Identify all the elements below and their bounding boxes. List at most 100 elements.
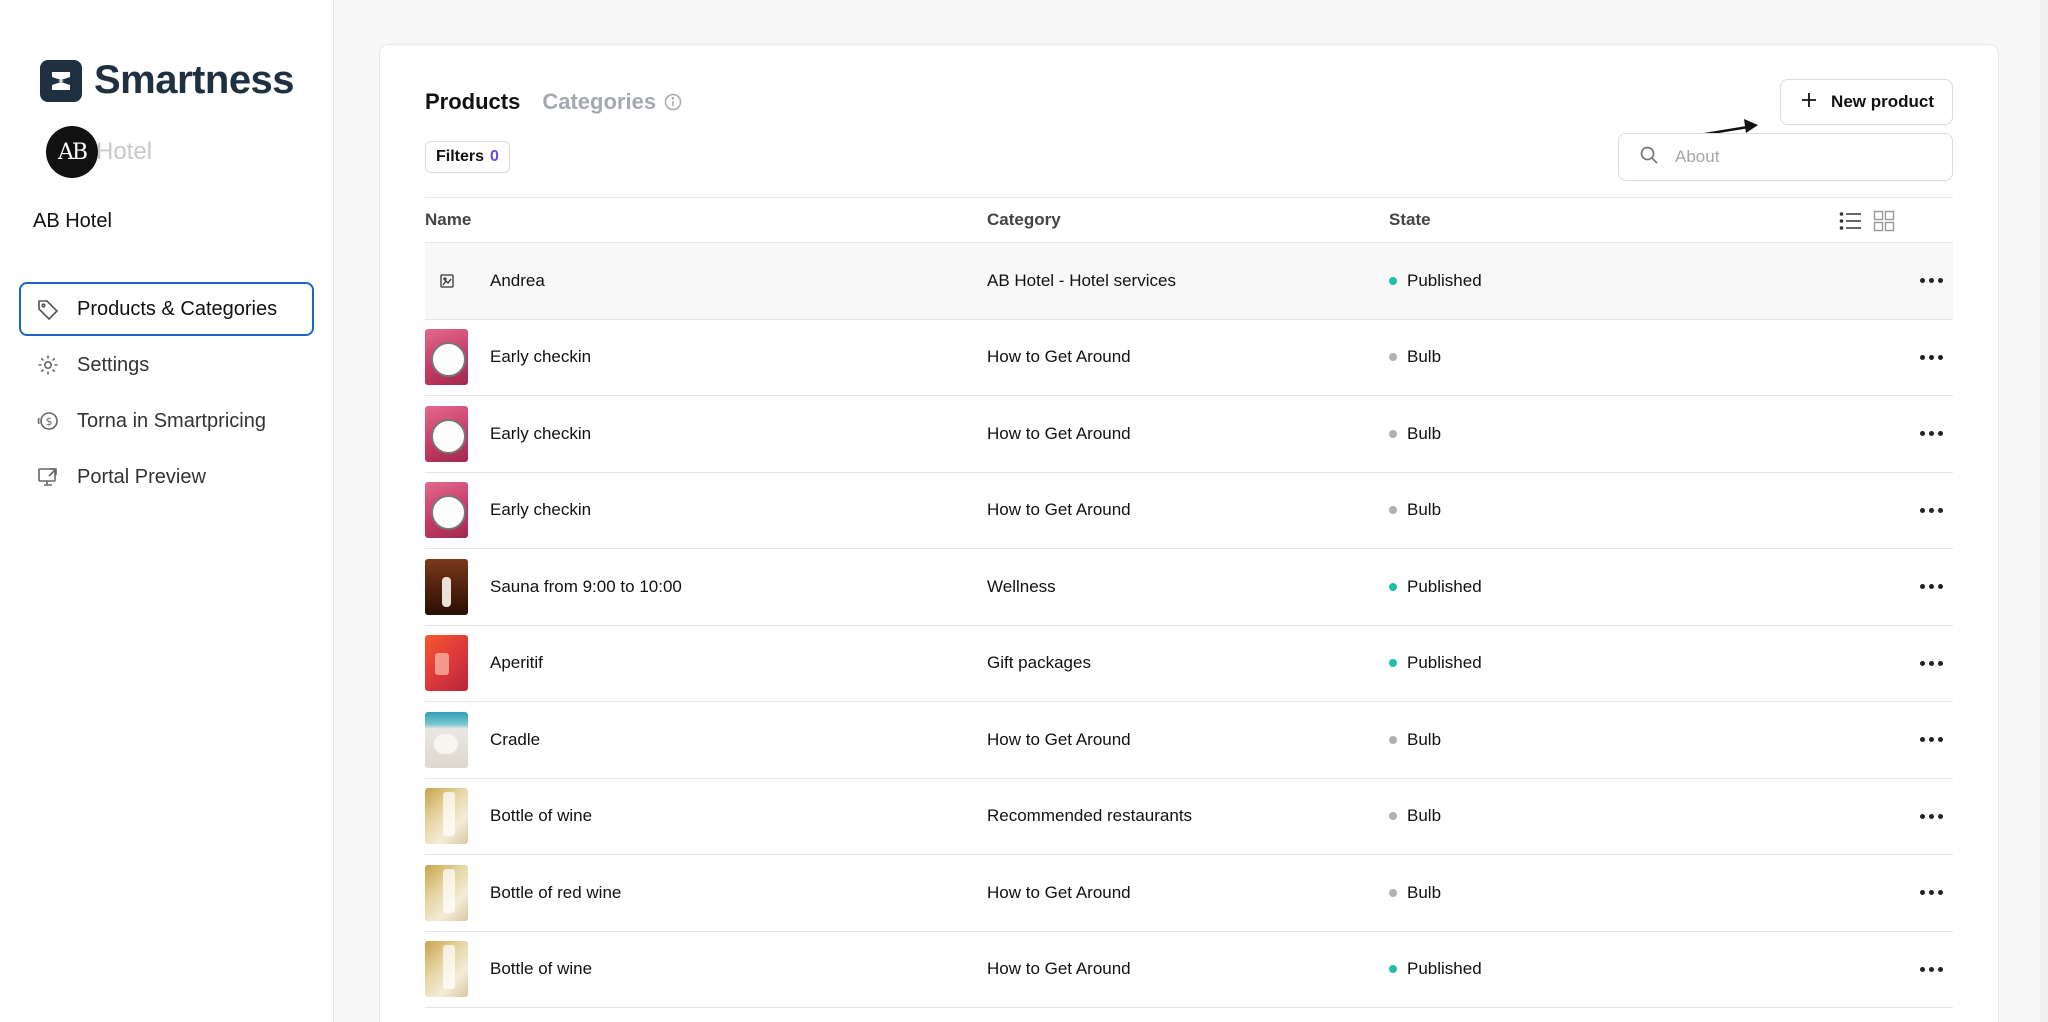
sidebar-nav: Products & Categories Settings $ Torna i…: [19, 282, 314, 506]
product-category: How to Get Around: [987, 500, 1131, 520]
hotel-logo-word: Hotel: [96, 138, 153, 165]
new-product-button[interactable]: New product: [1780, 79, 1953, 125]
status-dot-icon: [1389, 506, 1397, 515]
more-options-icon[interactable]: [1920, 354, 1943, 360]
product-category: How to Get Around: [987, 959, 1131, 979]
sidebar-item-portal-preview[interactable]: Portal Preview: [19, 450, 314, 504]
monitor-external-icon: [35, 464, 61, 490]
view-toggle: [1839, 210, 1895, 237]
status-dot-icon: [1389, 888, 1397, 897]
more-options-icon[interactable]: [1920, 278, 1943, 284]
product-name[interactable]: Early checkin: [490, 424, 591, 444]
table-row[interactable]: Early checkin How to Get Around Bulb: [425, 473, 1953, 549]
column-header-name[interactable]: Name: [425, 210, 471, 230]
brand-logo[interactable]: Smartness: [40, 58, 295, 103]
product-thumbnail: [425, 711, 468, 768]
info-icon[interactable]: [664, 93, 682, 111]
scrollbar[interactable]: [2040, 0, 2048, 1022]
list-view-icon[interactable]: [1839, 210, 1863, 237]
table-row[interactable]: Sauna from 9:00 to 10:00 Wellness Publishe…: [425, 549, 1953, 626]
product-name[interactable]: Bottle of wine: [490, 959, 592, 979]
table-row[interactable]: Bottle of wine Recommended restaurants Bul…: [425, 779, 1953, 855]
product-category: Wellness: [987, 576, 1056, 596]
product-thumbnail: [425, 941, 468, 998]
tag-icon: [35, 296, 61, 322]
smartness-logo-icon: [40, 59, 82, 102]
product-category: AB Hotel - Hotel services: [987, 270, 1176, 290]
column-header-state[interactable]: State: [1389, 210, 1431, 230]
filters-label: Filters: [436, 148, 485, 165]
table-row[interactable]: Early checkin How to Get Around Bulb: [425, 396, 1953, 473]
status-label: Bulb: [1407, 500, 1442, 520]
filters-count: 0: [490, 148, 499, 165]
status-label: Bulb: [1407, 882, 1442, 902]
product-thumbnail: [425, 788, 468, 845]
sidebar: Smartness AB Hotel AB Hotel Products & C…: [0, 0, 334, 1022]
product-name[interactable]: Early checkin: [490, 500, 591, 520]
more-options-icon[interactable]: [1920, 431, 1943, 437]
table-row[interactable]: Aperitif Gift packages Published: [425, 626, 1953, 702]
sidebar-item-products-categories[interactable]: Products & Categories: [19, 282, 314, 336]
table-header: Name Category State: [425, 197, 1953, 243]
product-name[interactable]: Early checkin: [490, 347, 591, 367]
tab-products[interactable]: Products: [425, 89, 520, 115]
grid-view-icon[interactable]: [1873, 210, 1895, 237]
more-options-icon[interactable]: [1920, 584, 1943, 590]
product-category: How to Get Around: [987, 347, 1131, 367]
tabs: Products Categories: [425, 89, 682, 115]
table-row[interactable]: Bottle of red wine How to Get Around Bulb: [425, 855, 1953, 932]
status-badge: Published: [1389, 653, 1482, 673]
hotel-logo-circle: AB: [46, 126, 98, 178]
filters-button[interactable]: Filters 0: [425, 141, 510, 173]
status-label: Published: [1407, 959, 1482, 979]
more-options-icon[interactable]: [1920, 813, 1943, 819]
table-row[interactable]: Early checkin How to Get Around Bulb: [425, 320, 1953, 396]
sidebar-item-label: Torna in Smartpricing: [77, 409, 266, 432]
table-body: Andrea AB Hotel - Hotel services Published…: [425, 243, 1953, 1008]
products-card: Products Categories New product Filters …: [379, 44, 1999, 1022]
table-row[interactable]: Cradle How to Get Around Bulb: [425, 702, 1953, 779]
more-options-icon[interactable]: [1920, 660, 1943, 666]
product-thumbnail: [425, 635, 468, 692]
status-label: Bulb: [1407, 729, 1442, 749]
status-badge: Bulb: [1389, 500, 1441, 520]
product-name[interactable]: Sauna from 9:00 to 10:00: [490, 577, 682, 597]
property-name: AB Hotel: [33, 210, 112, 232]
status-badge: Bulb: [1389, 883, 1441, 903]
more-options-icon[interactable]: [1920, 966, 1943, 972]
search-input[interactable]: [1675, 147, 1915, 167]
product-thumbnail: [425, 329, 468, 386]
product-name[interactable]: Andrea: [490, 271, 545, 291]
product-thumbnail: [425, 864, 468, 921]
search-box[interactable]: [1618, 133, 1953, 181]
image-placeholder-icon: [425, 253, 468, 309]
status-dot-icon: [1389, 276, 1397, 285]
brand-name: Smartness: [94, 58, 295, 102]
sidebar-item-label: Products & Categories: [77, 297, 278, 320]
more-options-icon[interactable]: [1920, 507, 1943, 513]
sidebar-item-smartpricing[interactable]: $ Torna in Smartpricing: [19, 394, 314, 448]
new-product-label: New product: [1831, 92, 1934, 111]
status-label: Published: [1407, 576, 1482, 596]
product-name[interactable]: Bottle of red wine: [490, 883, 621, 903]
table-row[interactable]: Andrea AB Hotel - Hotel services Published: [425, 243, 1953, 320]
sidebar-item-label: Portal Preview: [77, 465, 206, 488]
status-label: Bulb: [1407, 423, 1442, 443]
column-header-category[interactable]: Category: [987, 210, 1061, 230]
status-label: Published: [1407, 270, 1482, 290]
product-name[interactable]: Cradle: [490, 730, 540, 750]
status-badge: Bulb: [1389, 347, 1441, 367]
status-badge: Published: [1389, 271, 1482, 291]
product-name[interactable]: Bottle of wine: [490, 806, 592, 826]
sidebar-item-settings[interactable]: Settings: [19, 338, 314, 392]
plus-icon: [1799, 90, 1819, 115]
more-options-icon[interactable]: [1920, 890, 1943, 896]
table-row[interactable]: Bottle of wine How to Get Around Published: [425, 932, 1953, 1008]
tab-categories[interactable]: Categories: [542, 89, 656, 115]
product-category: Recommended restaurants: [987, 806, 1193, 826]
status-dot-icon: [1389, 659, 1397, 668]
status-badge: Bulb: [1389, 730, 1441, 750]
product-category: How to Get Around: [987, 729, 1131, 749]
product-name[interactable]: Aperitif: [490, 653, 543, 673]
more-options-icon[interactable]: [1920, 737, 1943, 743]
